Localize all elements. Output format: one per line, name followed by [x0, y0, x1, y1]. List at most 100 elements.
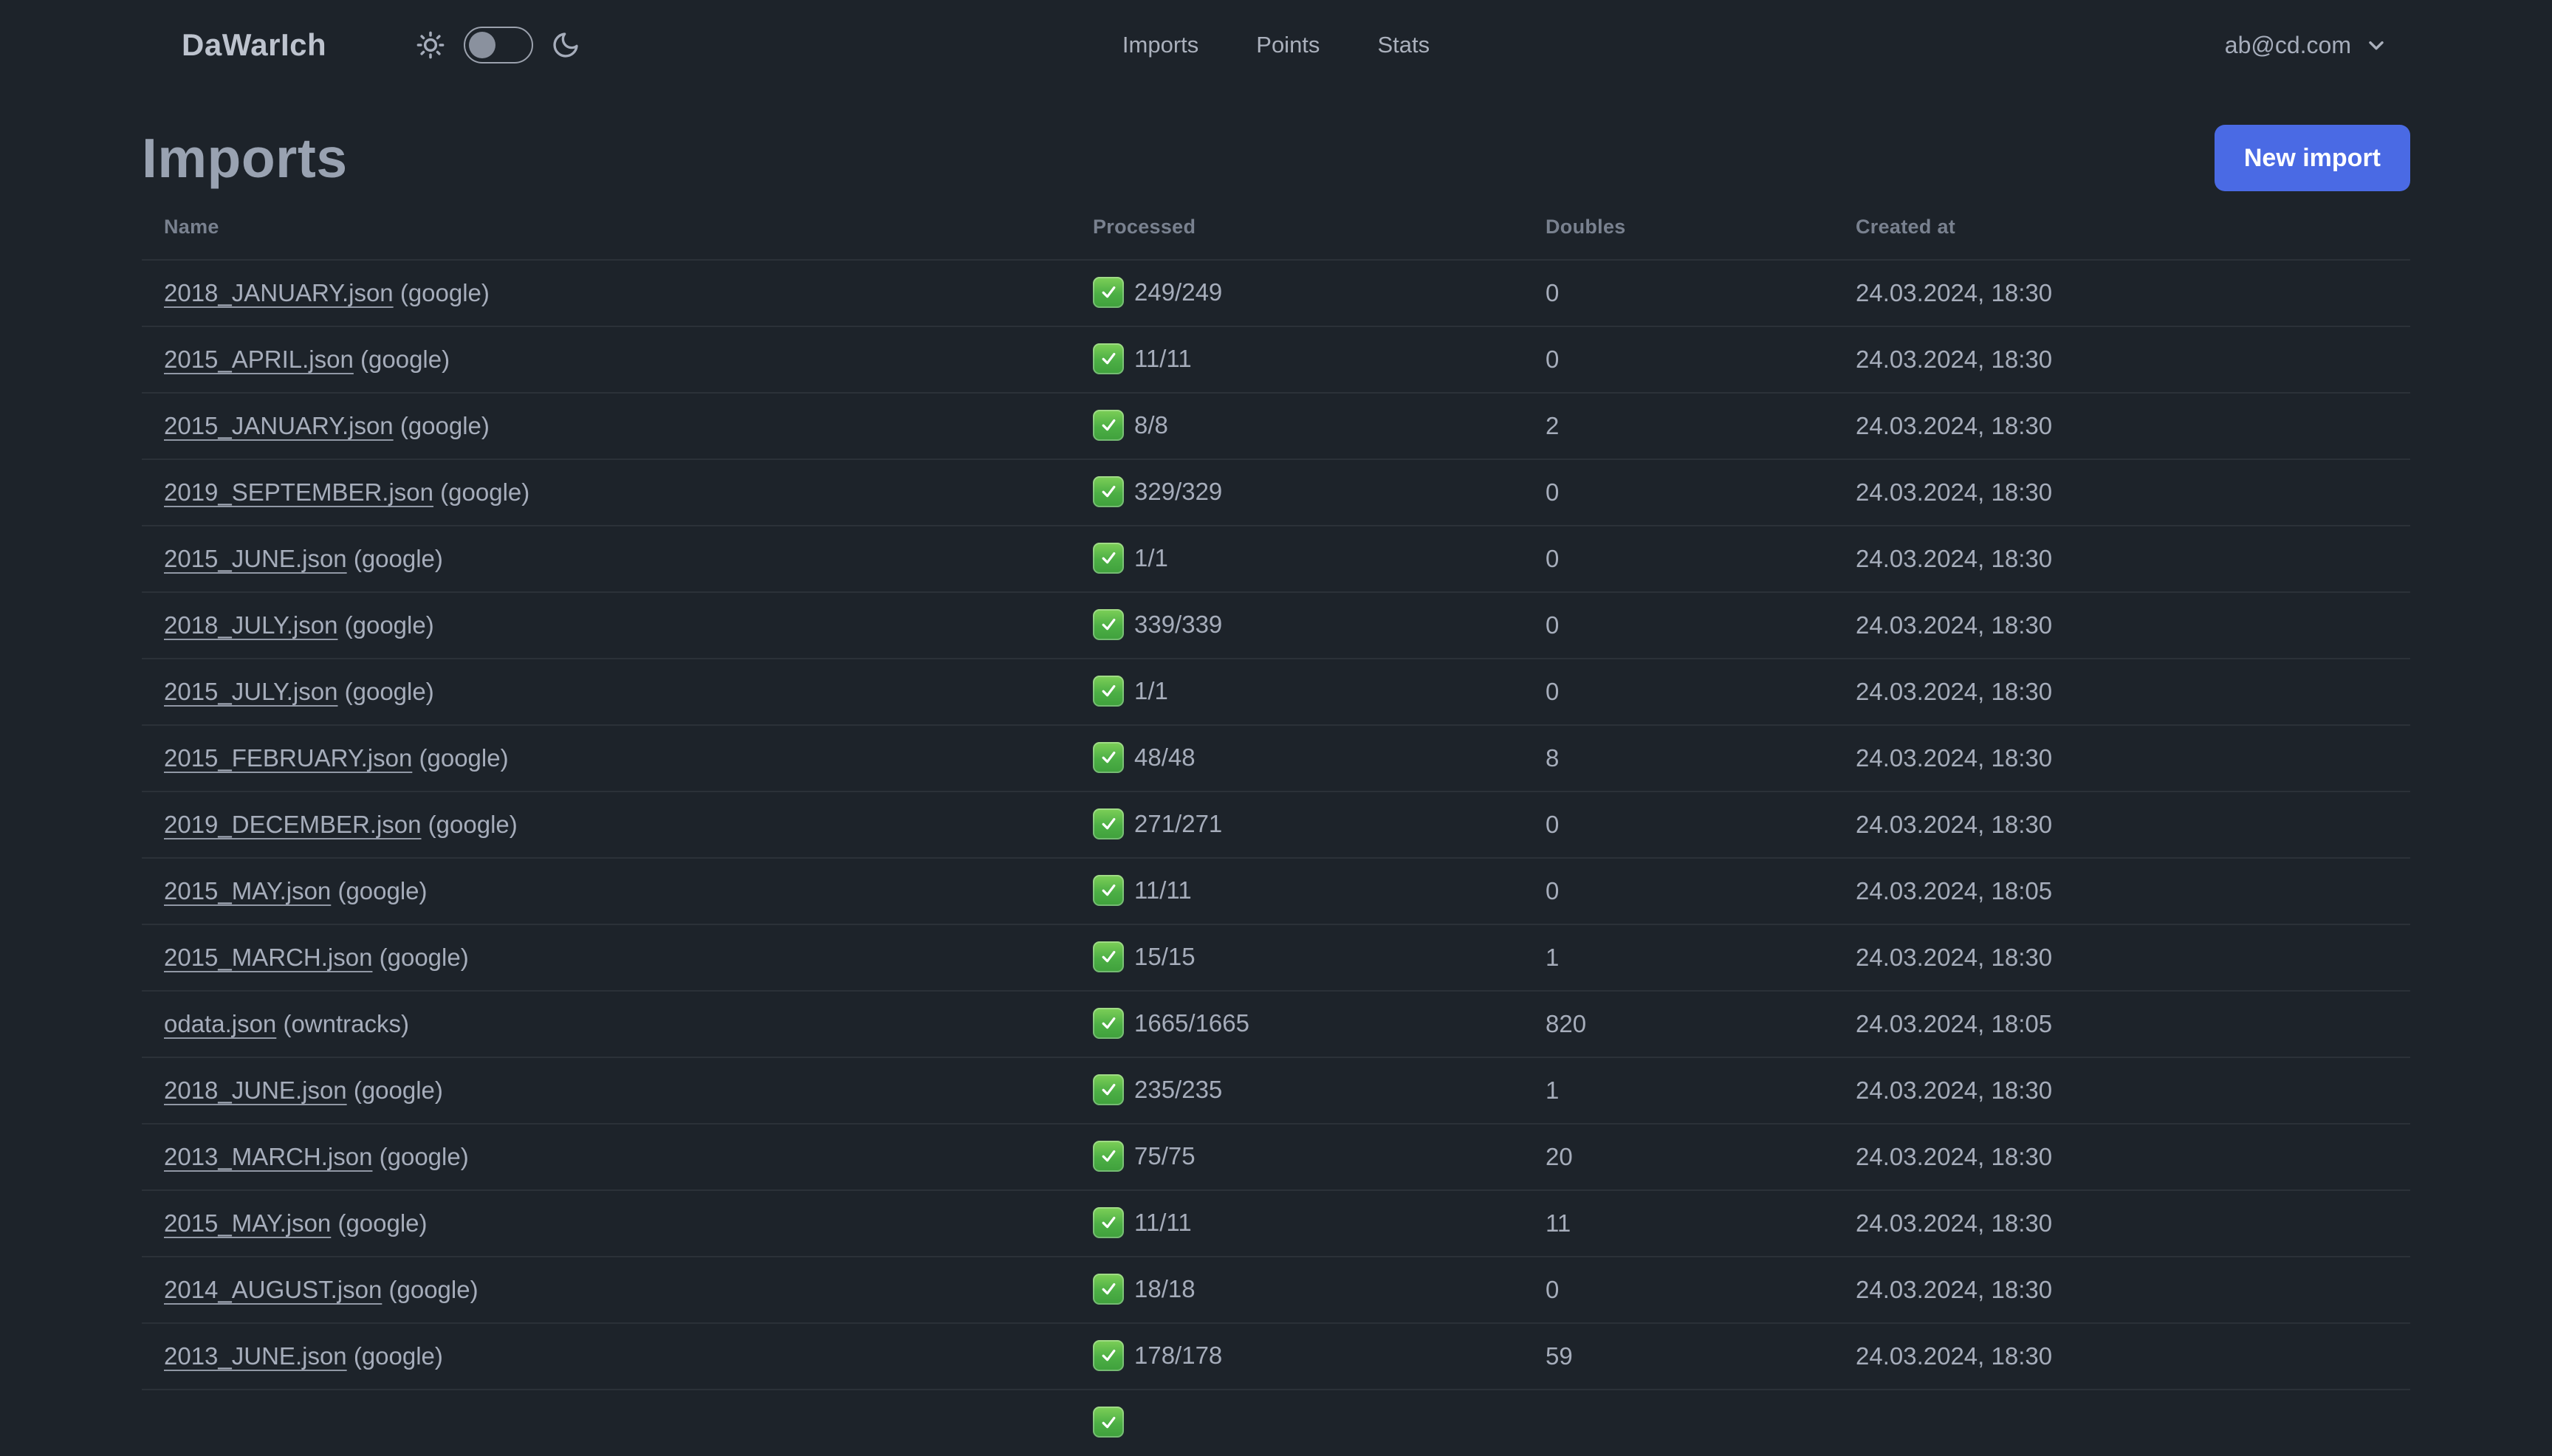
- created-at-cell: 24.03.2024, 18:30: [1834, 924, 2410, 991]
- import-source: (google): [346, 1076, 443, 1104]
- name-cell: 2015_APRIL.json (google): [142, 326, 1071, 393]
- created-at: 24.03.2024, 18:30: [1856, 412, 2053, 439]
- doubles-cell: 0: [1523, 791, 1834, 858]
- processed-cell: 11/11: [1071, 857, 1523, 924]
- table-row: 2018_JULY.json (google) 339/339 0 24.03.…: [142, 591, 2410, 659]
- processed-count: 235/235: [1134, 1076, 1223, 1104]
- processed-count: 75/75: [1134, 1142, 1196, 1170]
- import-file-link[interactable]: 2015_MAY.json: [164, 877, 331, 904]
- import-file-link[interactable]: 2015_JULY.json: [164, 678, 337, 705]
- table-row: 2018_JANUARY.json (google) 249/249 0 24.…: [142, 259, 2410, 326]
- import-file-link[interactable]: 2015_MARCH.json: [164, 944, 372, 971]
- doubles-cell: 0: [1523, 326, 1834, 393]
- import-source: (google): [421, 811, 518, 838]
- theme-toggle[interactable]: [464, 27, 534, 63]
- processed-count: 8/8: [1134, 411, 1168, 439]
- nav-link-points[interactable]: Points: [1256, 32, 1320, 58]
- created-at: 24.03.2024, 18:30: [1856, 346, 2053, 373]
- name-cell: 2015_JUNE.json (google): [142, 525, 1071, 592]
- name-cell: 2015_MAY.json (google): [142, 1189, 1071, 1257]
- doubles-count: 1: [1546, 944, 1560, 971]
- import-source: (google): [372, 944, 469, 971]
- created-at-cell: 24.03.2024, 18:30: [1834, 525, 2410, 592]
- processed-cell: 1665/1665: [1071, 990, 1523, 1057]
- doubles-cell: 11: [1523, 1189, 1834, 1257]
- import-file-link[interactable]: odata.json: [164, 1010, 276, 1037]
- processed-cell: 75/75: [1071, 1123, 1523, 1190]
- table-row: 2013_MARCH.json (google) 75/75 20 24.03.…: [142, 1123, 2410, 1190]
- import-file-link[interactable]: 2018_JANUARY.json: [164, 279, 394, 306]
- created-at-cell: 24.03.2024, 18:30: [1834, 1189, 2410, 1257]
- doubles-cell: 0: [1523, 591, 1834, 659]
- doubles-cell: 20: [1523, 1123, 1834, 1190]
- import-file-link[interactable]: 2013_JUNE.json: [164, 1342, 347, 1370]
- processed-count: 18/18: [1134, 1275, 1196, 1303]
- processed-count: 329/329: [1134, 478, 1223, 506]
- doubles-count: 0: [1546, 545, 1560, 572]
- import-source: (google): [393, 412, 490, 439]
- created-at-cell: 24.03.2024, 18:30: [1834, 724, 2410, 791]
- processed-cell: 1/1: [1071, 658, 1523, 725]
- processed-cell: 178/178: [1071, 1322, 1523, 1390]
- processed-cell: 1/1: [1071, 525, 1523, 592]
- name-cell: 2018_JUNE.json (google): [142, 1057, 1071, 1124]
- processed-cell: 11/11: [1071, 326, 1523, 393]
- imports-table: Name Processed Doubles Created at 2018_J…: [142, 193, 2410, 1456]
- processed-cell: 11/11: [1071, 1189, 1523, 1257]
- nav-link-imports[interactable]: Imports: [1122, 32, 1198, 58]
- doubles-count: 20: [1546, 1143, 1573, 1170]
- created-at: 24.03.2024, 18:30: [1856, 744, 2053, 772]
- main-nav: Imports Points Stats: [1122, 0, 1430, 90]
- import-file-link[interactable]: 2018_JUNE.json: [164, 1076, 347, 1104]
- import-file-link[interactable]: 2015_MAY.json: [164, 1209, 331, 1237]
- import-file-link[interactable]: 2015_JUNE.json: [164, 545, 347, 572]
- success-check-icon: [1093, 1273, 1124, 1305]
- table-row: 2015_MAY.json (google) 11/11 11 24.03.20…: [142, 1189, 2410, 1257]
- account-menu[interactable]: ab@cd.com: [2225, 32, 2388, 59]
- created-at: 24.03.2024, 18:30: [1856, 545, 2053, 572]
- processed-count: 1/1: [1134, 544, 1168, 572]
- created-at: 24.03.2024, 18:05: [1856, 1010, 2053, 1037]
- processed-cell: 329/329: [1071, 459, 1523, 526]
- import-file-link[interactable]: 2015_FEBRUARY.json: [164, 744, 412, 772]
- success-check-icon: [1093, 741, 1124, 773]
- doubles-cell: 1: [1523, 1057, 1834, 1124]
- column-header-created-at: Created at: [1856, 216, 1956, 238]
- created-at-cell: 24.03.2024, 18:30: [1834, 1322, 2410, 1390]
- table-row: [142, 1389, 2410, 1456]
- created-at-cell: 24.03.2024, 18:30: [1834, 392, 2410, 459]
- import-source: (google): [337, 678, 434, 705]
- processed-cell: 48/48: [1071, 724, 1523, 791]
- new-import-button[interactable]: New import: [2214, 125, 2410, 191]
- app-logo[interactable]: DaWarIch: [182, 27, 326, 63]
- success-check-icon: [1093, 1339, 1124, 1371]
- import-file-link[interactable]: 2013_MARCH.json: [164, 1143, 372, 1170]
- success-check-icon: [1093, 1074, 1124, 1105]
- table-row: 2018_JUNE.json (google) 235/235 1 24.03.…: [142, 1057, 2410, 1124]
- import-source: (google): [331, 1209, 428, 1237]
- processed-count: 11/11: [1134, 1209, 1192, 1237]
- import-file-link[interactable]: 2018_JULY.json: [164, 611, 337, 639]
- success-check-icon: [1093, 675, 1124, 707]
- doubles-count: 0: [1546, 279, 1560, 306]
- success-check-icon: [1093, 409, 1124, 441]
- doubles-cell: 0: [1523, 525, 1834, 592]
- processed-cell: [1071, 1389, 1523, 1456]
- processed-cell: 8/8: [1071, 392, 1523, 459]
- imports-page: Imports New import Name Processed Double…: [0, 124, 2552, 1456]
- table-row: 2015_APRIL.json (google) 11/11 0 24.03.2…: [142, 326, 2410, 393]
- doubles-cell: [1523, 1389, 1834, 1456]
- import-file-link[interactable]: 2019_SEPTEMBER.json: [164, 478, 433, 506]
- created-at: 24.03.2024, 18:30: [1856, 944, 2053, 971]
- import-file-link[interactable]: 2019_DECEMBER.json: [164, 811, 422, 838]
- import-file-link[interactable]: 2014_AUGUST.json: [164, 1276, 382, 1303]
- import-file-link[interactable]: 2015_APRIL.json: [164, 346, 354, 373]
- name-cell: 2019_SEPTEMBER.json (google): [142, 459, 1071, 526]
- import-file-link[interactable]: 2015_JANUARY.json: [164, 412, 394, 439]
- nav-link-stats[interactable]: Stats: [1377, 32, 1430, 58]
- name-cell: 2015_JANUARY.json (google): [142, 392, 1071, 459]
- import-source: (owntracks): [276, 1010, 409, 1037]
- processed-cell: 339/339: [1071, 591, 1523, 659]
- doubles-cell: 820: [1523, 990, 1834, 1057]
- imports-table-body: 2018_JANUARY.json (google) 249/249 0 24.…: [142, 259, 2410, 1456]
